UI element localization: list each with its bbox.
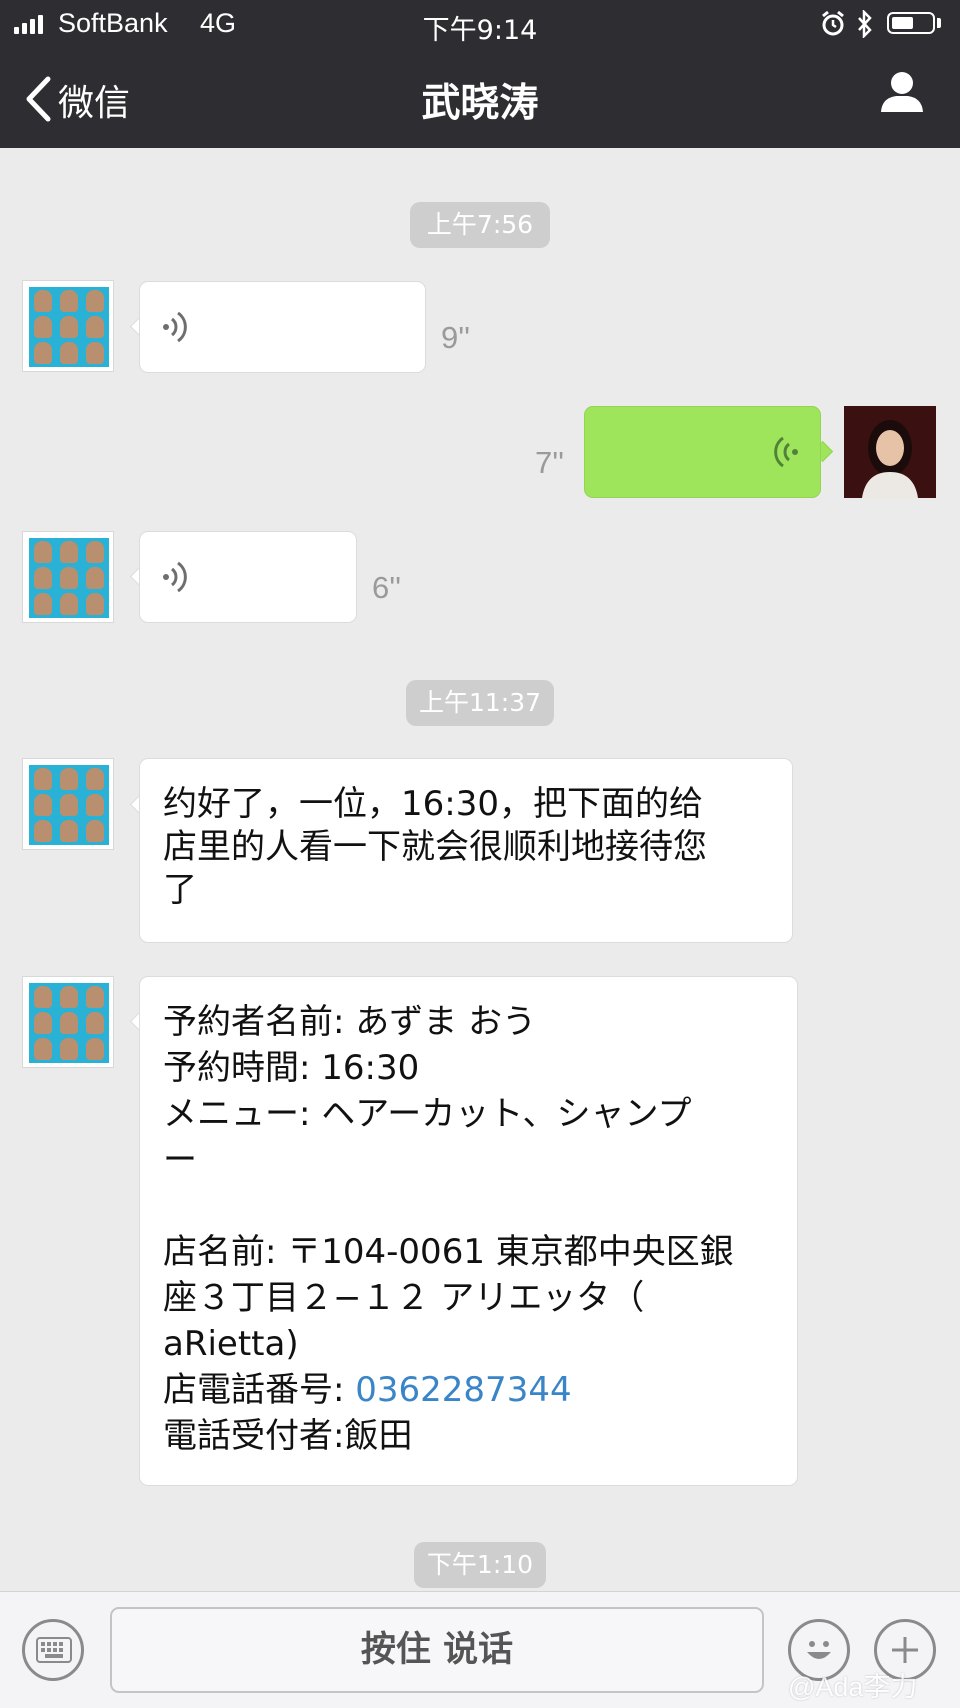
battery-icon <box>887 12 935 34</box>
alarm-clock-icon <box>822 10 844 36</box>
phone-number-link[interactable]: 0362287344 <box>355 1370 571 1410</box>
avatar-photo-grid <box>29 983 109 1063</box>
weibo-watermark: @Ada李力 <box>788 1672 918 1702</box>
store-phone-line: 店電話番号: 0362287344 <box>163 1369 572 1412</box>
time-separator: 上午7:56 <box>410 202 550 248</box>
reservation-message-bubble[interactable]: 予約者名前: あずま おう 予約時間: 16:30 メニュー: ヘアーカット、シ… <box>139 976 798 1486</box>
reservation-menu-line-cont: ー <box>163 1140 197 1180</box>
bluetooth-icon <box>858 10 872 38</box>
contact-avatar[interactable] <box>22 531 114 623</box>
time-separator: 下午1:10 <box>414 1542 546 1588</box>
keyboard-toggle-button[interactable] <box>22 1619 84 1681</box>
voice-message-bubble[interactable] <box>139 281 426 373</box>
voice-duration: 7'' <box>535 445 565 480</box>
message-line: 店里的人看一下就会很顺利地接待您 <box>163 827 707 867</box>
contact-avatar[interactable] <box>22 280 114 372</box>
time-separator: 上午11:37 <box>406 680 554 726</box>
reservation-time-line: 予約時間: 16:30 <box>163 1048 420 1088</box>
store-phone-label: 店電話番号: <box>163 1370 356 1410</box>
voice-wave-icon <box>163 561 187 593</box>
voice-message-bubble[interactable] <box>584 406 821 498</box>
avatar-photo-grid <box>29 538 109 618</box>
avatar-photo-grid <box>29 765 109 845</box>
voice-duration: 9'' <box>441 320 471 355</box>
message-line: 约好了，一位，16:30，把下面的给 <box>163 784 703 824</box>
plus-icon <box>892 1637 918 1663</box>
voice-duration: 6'' <box>372 570 402 605</box>
message-line: 了 <box>163 870 197 910</box>
store-address-line: 店名前: 〒104-0061 東京都中央区銀 <box>163 1232 734 1272</box>
contact-avatar[interactable] <box>22 976 114 1068</box>
store-address-line: 座３丁目２−１２ アリエッタ（ <box>163 1278 645 1318</box>
store-address-line: aRietta) <box>163 1324 299 1364</box>
voice-message-bubble[interactable] <box>139 531 357 623</box>
status-time: 下午9:14 <box>422 15 538 46</box>
nav-bar: 微信 武晓涛 <box>0 50 960 148</box>
phone-receiver-line: 電話受付者:飯田 <box>163 1416 413 1456</box>
reservation-menu-line: メニュー: ヘアーカット、シャンプ <box>163 1094 692 1134</box>
self-avatar[interactable] <box>844 406 936 498</box>
text-message-bubble[interactable]: 约好了，一位，16:30，把下面的给 店里的人看一下就会很顺利地接待您 了 <box>139 758 793 943</box>
self-avatar-photo <box>844 406 936 498</box>
status-bar: SoftBank 4G 下午9:14 <box>0 0 960 50</box>
smiley-face-icon <box>807 1641 831 1659</box>
hold-to-talk-button[interactable]: 按住 说话 <box>110 1607 764 1693</box>
contact-avatar[interactable] <box>22 758 114 850</box>
avatar-photo-grid <box>29 287 109 367</box>
voice-wave-icon <box>163 311 187 343</box>
keyboard-icon <box>36 1637 72 1663</box>
person-profile-icon[interactable] <box>878 68 926 116</box>
chat-title: 武晓涛 <box>421 81 539 126</box>
voice-wave-icon <box>774 436 798 468</box>
reservation-name-line: 予約者名前: あずま おう <box>163 1002 537 1042</box>
